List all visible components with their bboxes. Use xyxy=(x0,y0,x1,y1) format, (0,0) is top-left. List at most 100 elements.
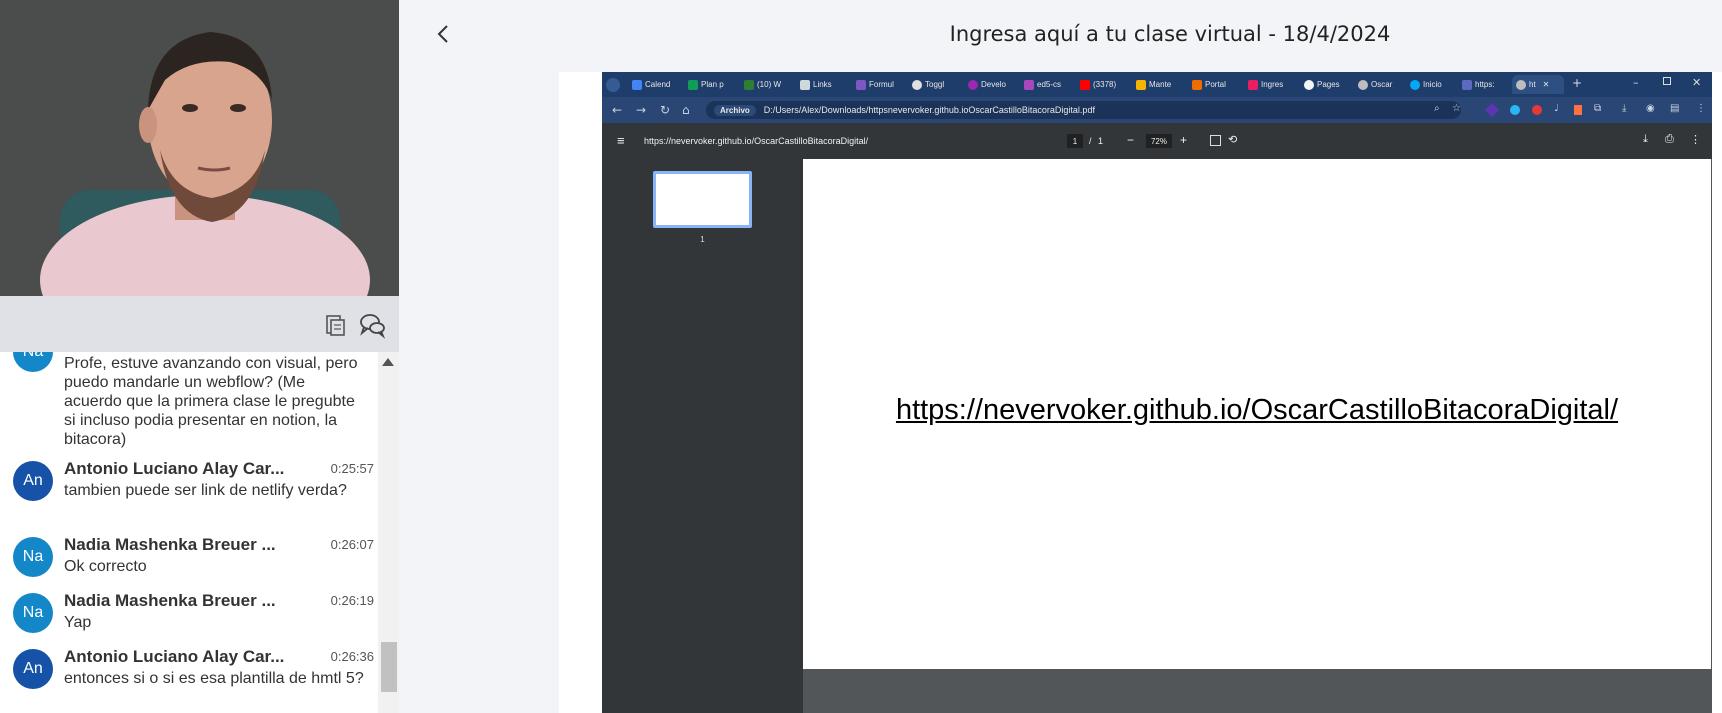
message-text: tambien puede ser link de netlify verda? xyxy=(64,482,347,499)
chat-message-list: Na Profe, estuve avanzando con visual, p… xyxy=(0,352,378,713)
message-text: entonces si o si es esa plantilla de hmt… xyxy=(64,670,364,687)
print-icon[interactable]: ⎙ xyxy=(1665,133,1674,146)
sender-name: Nadia Mashenka Breuer ... xyxy=(64,535,276,554)
tab-search-icon[interactable] xyxy=(606,78,620,92)
rotate-icon[interactable]: ⟲ xyxy=(1228,133,1237,146)
browser-menu-icon[interactable]: ⋮ xyxy=(1696,103,1706,114)
webcam-person-image xyxy=(0,0,399,296)
avatar: An xyxy=(13,649,53,689)
site-info-chip[interactable]: Archivo xyxy=(714,104,756,116)
url-text: D:/Users/Alex/Downloads/httpsnevervoker.… xyxy=(763,105,1095,115)
url-input[interactable]: Archivo D:/Users/Alex/Downloads/httpsnev… xyxy=(706,101,1461,119)
zoom-in-icon[interactable]: + xyxy=(1180,133,1187,147)
message-time: 0:26:19 xyxy=(330,593,374,608)
browser-address-bar: ← → ↻ ⌂ Archivo D:/Users/Alex/Downloads/… xyxy=(602,97,1712,123)
shared-screen: Calend Plan p (10) W Links Formul Toggl … xyxy=(602,72,1712,713)
sender-name: Antonio Luciano Alay Car... xyxy=(64,459,285,478)
pdf-page: https://nevervoker.github.io/OscarCastil… xyxy=(803,159,1711,669)
reload-icon[interactable]: ↻ xyxy=(660,103,670,117)
thumbnail-page-number: 1 xyxy=(700,235,705,244)
browser-tab[interactable]: ed5-cs xyxy=(1024,75,1068,94)
profile-icon[interactable]: ◉ xyxy=(1646,103,1655,114)
scroll-up-arrow-icon[interactable] xyxy=(382,358,394,366)
browser-tab[interactable]: Links xyxy=(800,75,844,94)
message-text: Yap xyxy=(64,614,92,631)
browser-tab[interactable]: Portal xyxy=(1192,75,1236,94)
chat-message: Na Profe, estuve avanzando con visual, p… xyxy=(0,352,378,452)
back-arrow-icon[interactable]: ← xyxy=(612,103,622,117)
pdf-thumbnail-sidebar: 1 xyxy=(602,159,803,713)
browser-tab[interactable]: Pages xyxy=(1304,75,1354,94)
browser-tab-strip: Calend Plan p (10) W Links Formul Toggl … xyxy=(602,72,1712,97)
page-title: Ingresa aquí a tu clase virtual - 18/4/2… xyxy=(949,22,1391,46)
chat-message: Na Nadia Mashenka Breuer ... 0:26:19 Yap xyxy=(0,591,378,639)
extension-icon[interactable] xyxy=(1574,105,1582,115)
sender-name: Nadia Mashenka Breuer ... xyxy=(64,591,276,610)
pdf-viewer: 1 https://nevervoker.github.io/OscarCast… xyxy=(602,159,1712,713)
page-thumbnail[interactable] xyxy=(653,171,752,228)
browser-tab[interactable]: Toggl xyxy=(912,75,956,94)
forward-arrow-icon[interactable]: → xyxy=(636,103,646,117)
page-total: 1 xyxy=(1098,136,1104,146)
browser-tab[interactable]: Calend xyxy=(632,75,676,94)
back-chevron-icon[interactable] xyxy=(432,22,456,46)
fit-page-icon[interactable] xyxy=(1210,135,1221,146)
pdf-link[interactable]: https://nevervoker.github.io/OscarCastil… xyxy=(803,394,1711,427)
webcam-video xyxy=(0,0,399,296)
microphone-icon[interactable]: ♩ xyxy=(1554,103,1559,114)
pdf-toolbar: ≡ https://nevervoker.github.io/OscarCast… xyxy=(602,123,1712,159)
close-window-icon[interactable]: ✕ xyxy=(1692,76,1701,89)
zoom-lens-icon[interactable]: ⌕ xyxy=(1434,103,1440,114)
avatar: An xyxy=(13,461,53,501)
restore-icon[interactable] xyxy=(1663,77,1671,85)
message-time: 0:26:36 xyxy=(330,649,374,664)
browser-tab-active[interactable]: ht ✕ xyxy=(1512,75,1564,94)
browser-tab[interactable]: (10) W xyxy=(744,75,788,94)
sender-name: Antonio Luciano Alay Car... xyxy=(64,647,285,666)
pdf-document-title: https://nevervoker.github.io/OscarCastil… xyxy=(644,136,869,146)
chat-bubbles-icon[interactable] xyxy=(358,311,386,339)
message-time: 0:26:07 xyxy=(330,537,374,552)
browser-tab[interactable]: Formul xyxy=(856,75,900,94)
extensions-puzzle-icon[interactable]: ⧉ xyxy=(1594,103,1601,114)
message-text: Profe, estuve avanzando con visual, pero… xyxy=(64,355,358,448)
pdf-download-icon[interactable]: ⤓ xyxy=(1643,133,1648,146)
left-panel: Na Profe, estuve avanzando con visual, p… xyxy=(0,0,399,713)
avatar: Na xyxy=(13,593,53,633)
browser-tab[interactable]: Oscar xyxy=(1358,75,1404,94)
home-icon[interactable]: ⌂ xyxy=(682,103,690,117)
message-time: 0:25:57 xyxy=(330,461,374,476)
browser-tab[interactable]: Mante xyxy=(1136,75,1180,94)
page-separator: / xyxy=(1089,136,1092,146)
chat-message: An Antonio Luciano Alay Car... 0:25:57 t… xyxy=(0,459,378,523)
scrollbar-thumb[interactable] xyxy=(381,642,397,692)
download-icon[interactable]: ⤓ xyxy=(1622,103,1626,114)
chat-toolbar xyxy=(0,296,399,352)
copy-icon[interactable] xyxy=(321,311,349,339)
chat-message: Na Nadia Mashenka Breuer ... 0:26:07 Ok … xyxy=(0,535,378,583)
browser-tab[interactable]: https: xyxy=(1462,75,1508,94)
browser-tab[interactable]: (3378) xyxy=(1080,75,1124,94)
browser-tab[interactable]: Plan p xyxy=(688,75,732,94)
page-number-input[interactable]: 1 xyxy=(1067,134,1083,148)
avatar: Na xyxy=(13,352,53,372)
zoom-level-input[interactable]: 72% xyxy=(1146,134,1172,148)
browser-tab[interactable]: Inicio xyxy=(1410,75,1456,94)
hamburger-menu-icon[interactable]: ≡ xyxy=(617,133,625,148)
bookmark-star-icon[interactable]: ☆ xyxy=(1452,103,1461,114)
browser-tab[interactable]: Ingres xyxy=(1248,75,1292,94)
avatar: Na xyxy=(13,537,53,577)
extension-icon[interactable] xyxy=(1510,105,1520,115)
chat-message: An Antonio Luciano Alay Car... 0:26:36 e… xyxy=(0,647,378,711)
extension-icon[interactable] xyxy=(1532,105,1542,115)
extension-icon[interactable] xyxy=(1484,102,1500,118)
new-tab-icon[interactable]: + xyxy=(1572,76,1582,90)
browser-tab[interactable]: Develo xyxy=(968,75,1012,94)
pdf-more-icon[interactable]: ⋮ xyxy=(1690,133,1701,146)
close-tab-icon[interactable]: ✕ xyxy=(1543,80,1550,89)
sidebar-icon[interactable]: ▤ xyxy=(1670,103,1679,114)
zoom-out-icon[interactable]: − xyxy=(1127,133,1134,147)
message-text: Ok correcto xyxy=(64,558,147,575)
chat-scrollbar[interactable] xyxy=(378,352,399,713)
minimize-icon[interactable]: – xyxy=(1633,76,1639,89)
